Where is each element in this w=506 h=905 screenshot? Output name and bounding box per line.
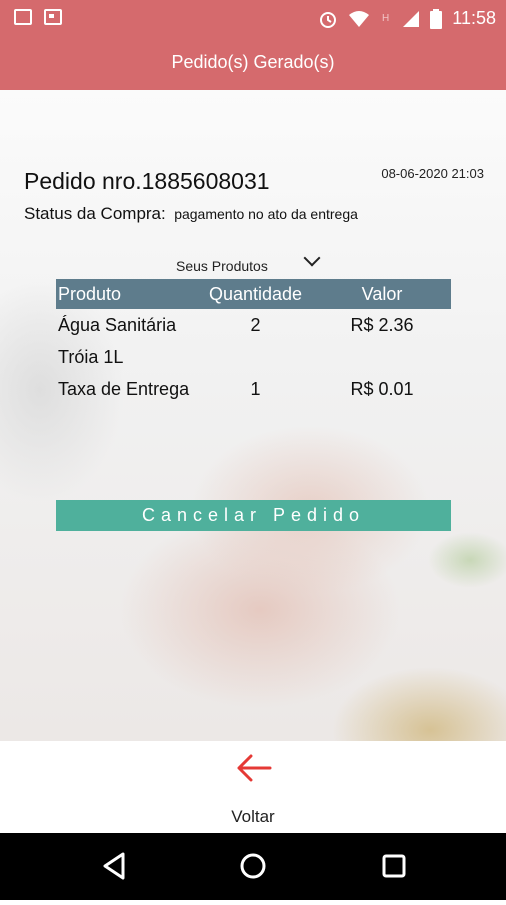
product-value: R$ 2.36 [350, 315, 414, 335]
product-name: Água Sanitária Tróia 1L [58, 315, 177, 367]
column-header-value: Valor [361, 283, 403, 304]
product-quantity: 2 [250, 315, 261, 335]
bottom-bar: Voltar [0, 741, 506, 833]
wifi-icon [349, 10, 370, 27]
product-quantity: 1 [250, 379, 261, 399]
network-h-icon: H [382, 13, 389, 24]
status-value: pagamento no ato da entrega [174, 206, 358, 222]
column-header-quantity: Quantidade [208, 283, 303, 304]
battery-icon [430, 8, 443, 29]
products-toggle[interactable]: Seus Produtos [176, 246, 336, 274]
cancel-order-button[interactable]: Cancelar Pedido [56, 500, 451, 531]
image-notification-icon [14, 9, 32, 25]
nav-recents-icon[interactable] [382, 854, 406, 878]
app-bar: Pedido(s) Gerado(s) [0, 38, 506, 90]
signal-icon [403, 10, 420, 27]
alarm-icon [320, 11, 337, 28]
table-row: Taxa de Entrega 1 R$ 0.01 [56, 373, 451, 405]
order-number: Pedido nro.1885608031 [24, 168, 270, 194]
svg-text:H: H [382, 13, 389, 24]
back-arrow-icon[interactable] [236, 753, 272, 783]
order-content: Pedido nro.1885608031 08-06-2020 21:03 S… [0, 90, 506, 741]
status-bar: H 11:58 [0, 0, 506, 38]
clock: 11:58 [452, 8, 496, 28]
products-table: Produto Quantidade Valor Água Sanitária … [56, 279, 451, 405]
nav-back-icon[interactable] [103, 852, 125, 880]
back-label[interactable]: Voltar [0, 807, 506, 827]
column-header-product: Produto [58, 283, 122, 304]
status-label: Status da Compra: [24, 204, 166, 223]
products-toggle-label: Seus Produtos [176, 258, 268, 274]
chevron-down-icon [303, 249, 321, 267]
product-value: R$ 0.01 [350, 379, 414, 399]
table-header: Produto Quantidade Valor [56, 279, 451, 309]
card-notification-icon [44, 9, 62, 25]
nav-home-icon[interactable] [240, 853, 266, 879]
page-title: Pedido(s) Gerado(s) [171, 52, 335, 72]
system-nav-bar [0, 833, 506, 900]
order-datetime: 08-06-2020 21:03 [381, 166, 484, 181]
product-name: Taxa de Entrega [58, 379, 190, 399]
nav-icons [103, 852, 406, 880]
purchase-status: Status da Compra: pagamento no ato da en… [24, 204, 358, 224]
table-row: Água Sanitária Tróia 1L 2 R$ 2.36 [56, 309, 451, 373]
